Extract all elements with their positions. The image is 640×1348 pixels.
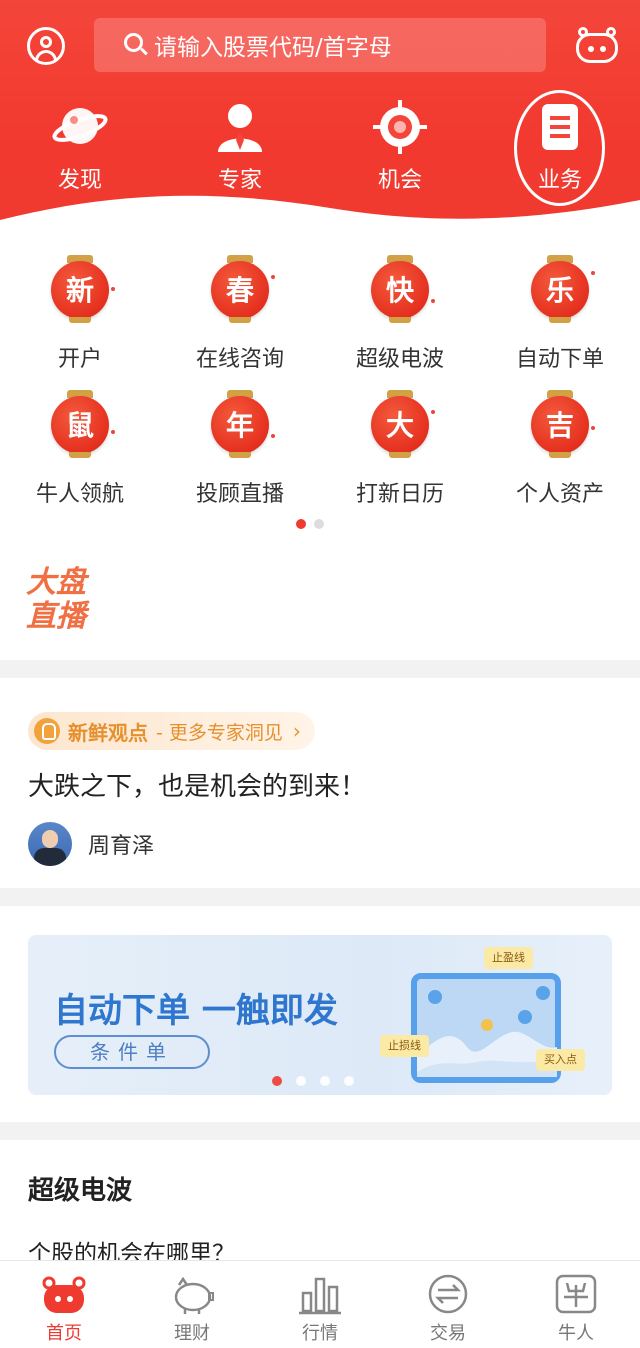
search-icon — [124, 33, 148, 57]
lightbulb-icon — [34, 718, 60, 744]
nav-opportunity[interactable]: 机会 — [340, 100, 460, 194]
tab-home-label: 首页 — [46, 1323, 82, 1344]
grid-item-ipo-calendar[interactable]: 大 打新日历 — [320, 390, 480, 508]
grid-item-label: 个人资产 — [515, 482, 604, 507]
bottom-tab-bar: 首页 理财 行情 交易 牛人 — [0, 1260, 640, 1348]
chip-stop-profit: 止盈线 — [484, 947, 533, 969]
promo-banner[interactable]: 自动下单 一触即发 条件单 止盈线 止损线 买入点 — [28, 935, 612, 1095]
lantern-icon: 快 — [365, 255, 435, 335]
market-live-logo[interactable]: 大盘 直播 — [26, 566, 86, 634]
avatar — [28, 822, 72, 866]
section-divider — [0, 888, 640, 906]
banner-dot — [296, 1076, 306, 1086]
pager-dot-active — [296, 519, 306, 529]
lantern-icon: 年 — [205, 390, 275, 470]
chip-stop-loss: 止损线 — [380, 1035, 429, 1057]
grid-item-consult[interactable]: 春 在线咨询 — [160, 255, 320, 373]
section-title[interactable]: 超级电波 — [28, 1170, 132, 1207]
banner-dot — [320, 1076, 330, 1086]
highlight-circle — [514, 90, 605, 206]
tab-wealth-label: 理财 — [174, 1323, 210, 1344]
tab-home[interactable]: 首页 — [0, 1273, 128, 1345]
grid-item-label: 开户 — [57, 347, 102, 372]
grid-item-leader[interactable]: 鼠 牛人领航 — [0, 390, 160, 508]
grid-item-advisor-live[interactable]: 年 投顾直播 — [160, 390, 320, 508]
grid-item-label: 超级电波 — [355, 347, 444, 372]
banner-title: 自动下单 一触即发 — [54, 991, 338, 1031]
expert-icon — [180, 100, 300, 154]
lantern-icon: 新 — [45, 255, 115, 335]
tab-market[interactable]: 行情 — [256, 1273, 384, 1345]
robot-assistant-icon[interactable] — [576, 27, 618, 65]
grid-item-label: 在线咨询 — [195, 347, 284, 372]
insight-tag-more: - 更多专家洞见 — [156, 721, 283, 744]
grid-item-label: 打新日历 — [355, 482, 444, 507]
banner-pager — [272, 1071, 368, 1090]
planet-icon — [20, 100, 140, 154]
grid-item-open-account[interactable]: 新 开户 — [0, 255, 160, 373]
nav-discover[interactable]: 发现 — [20, 100, 140, 194]
lantern-icon: 乐 — [525, 255, 595, 335]
chip-buy-point: 买入点 — [536, 1049, 585, 1071]
tab-experts-label: 牛人 — [558, 1323, 594, 1344]
nav-active-indicator — [71, 205, 91, 215]
author-name: 周育泽 — [88, 834, 155, 859]
lantern-icon: 吉 — [525, 390, 595, 470]
insight-headline[interactable]: 大跌之下，也是机会的到来！ — [28, 766, 366, 803]
chevron-right-icon: › — [292, 719, 301, 743]
user-profile-icon[interactable] — [27, 27, 65, 65]
grid-pager — [296, 514, 332, 533]
bar-chart-icon — [256, 1273, 384, 1315]
tab-market-label: 行情 — [302, 1323, 338, 1344]
section-divider — [0, 660, 640, 678]
search-placeholder: 请输入股票代码/首字母 — [154, 35, 392, 61]
section-divider — [0, 1122, 640, 1140]
nav-discover-label: 发现 — [57, 168, 102, 193]
grid-item-label: 自动下单 — [515, 347, 604, 372]
insight-tag[interactable]: 新鲜观点 - 更多专家洞见 › — [28, 712, 315, 750]
tab-trade-label: 交易 — [430, 1323, 466, 1344]
exchange-icon — [384, 1273, 512, 1315]
grid-item-super-wave[interactable]: 快 超级电波 — [320, 255, 480, 373]
lantern-icon: 鼠 — [45, 390, 115, 470]
grid-item-auto-order[interactable]: 乐 自动下单 — [480, 255, 640, 373]
robot-home-icon — [0, 1273, 128, 1315]
tab-experts[interactable]: 牛人 — [512, 1273, 640, 1345]
nav-expert[interactable]: 专家 — [180, 100, 300, 194]
market-live-line1: 大盘 — [26, 565, 86, 600]
insight-author[interactable]: 周育泽 — [28, 822, 154, 866]
lantern-icon: 春 — [205, 255, 275, 335]
insight-tag-title: 新鲜观点 — [68, 720, 148, 745]
tab-wealth[interactable]: 理财 — [128, 1273, 256, 1345]
grid-item-personal-assets[interactable]: 吉 个人资产 — [480, 390, 640, 508]
nav-expert-label: 专家 — [217, 168, 262, 193]
bull-icon — [512, 1273, 640, 1315]
banner-button[interactable]: 条件单 — [54, 1035, 210, 1069]
lantern-icon: 大 — [365, 390, 435, 470]
grid-item-label: 牛人领航 — [35, 482, 124, 507]
target-icon — [340, 100, 460, 154]
market-live-line2: 直播 — [26, 599, 86, 634]
search-input[interactable]: 请输入股票代码/首字母 — [94, 18, 546, 72]
piggy-bank-icon — [128, 1273, 256, 1315]
banner-dot-active — [272, 1076, 282, 1086]
nav-opportunity-label: 机会 — [377, 168, 422, 193]
pager-dot — [314, 519, 324, 529]
banner-dot — [344, 1076, 354, 1086]
tab-trade[interactable]: 交易 — [384, 1273, 512, 1345]
grid-item-label: 投顾直播 — [195, 482, 284, 507]
